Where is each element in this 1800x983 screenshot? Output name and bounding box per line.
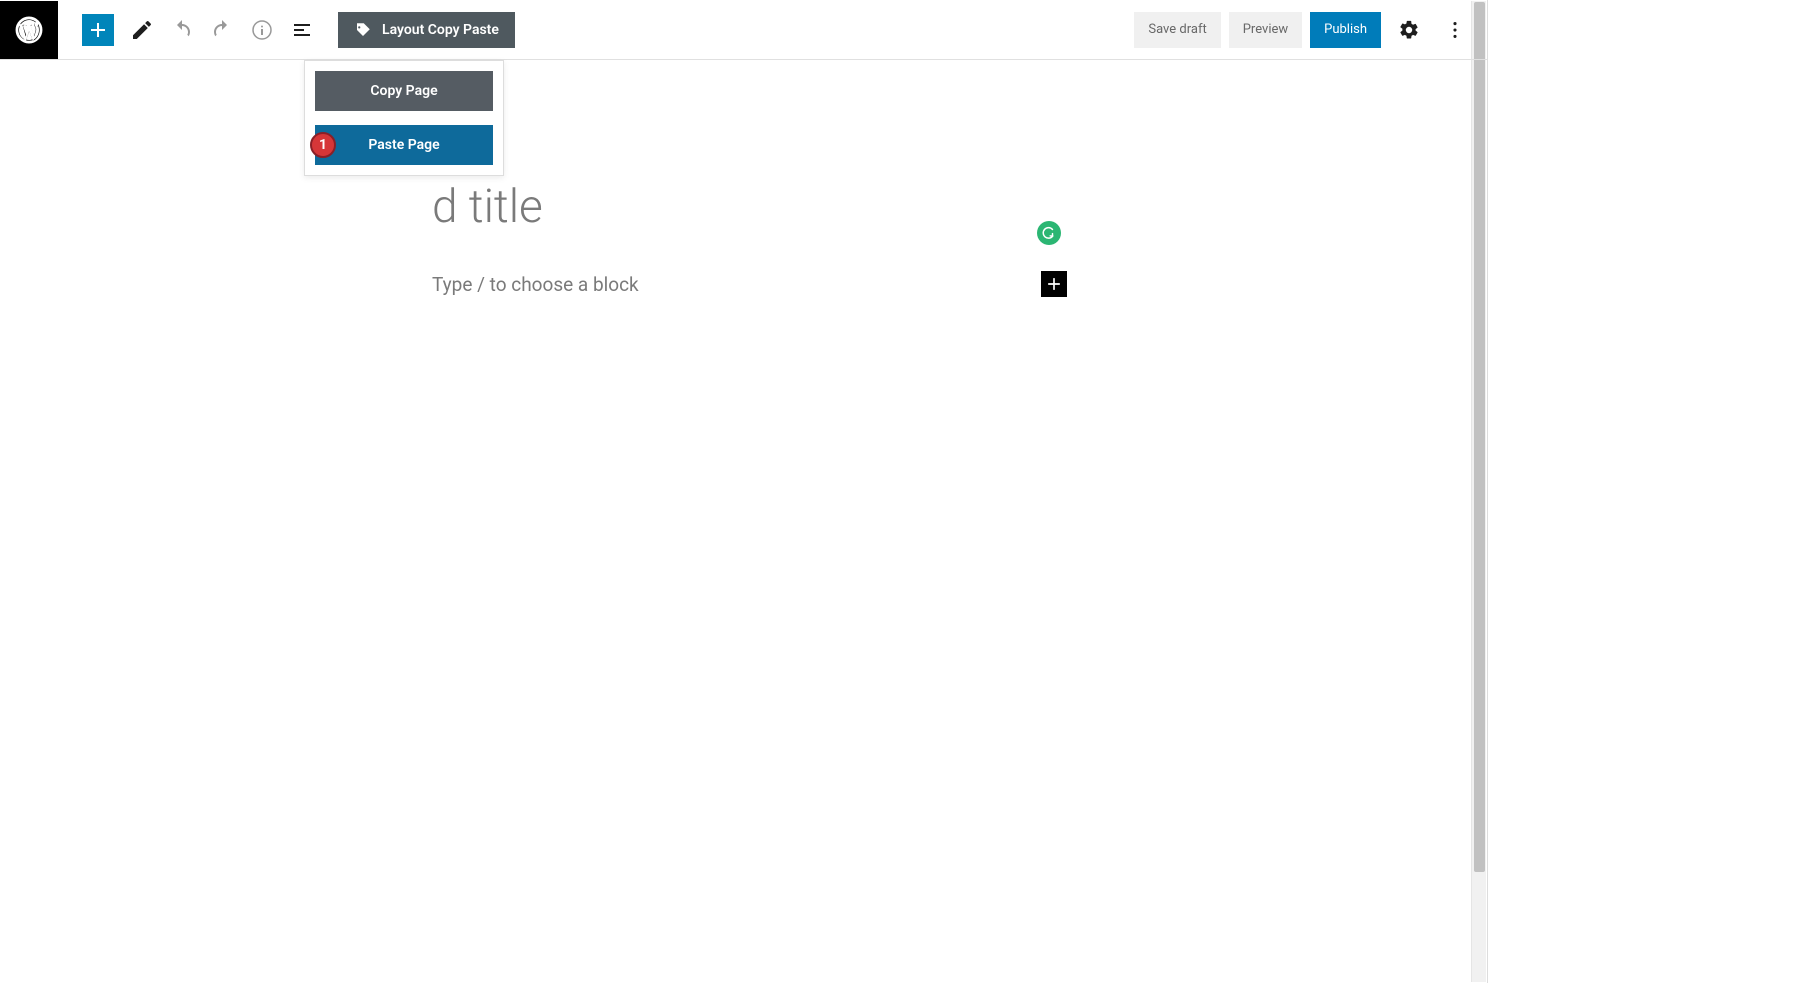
undo-button[interactable]	[164, 12, 200, 48]
info-icon	[250, 18, 274, 42]
post-title-placeholder[interactable]: d title	[432, 180, 543, 234]
info-button[interactable]	[244, 12, 280, 48]
editor-canvas: d title Type / to choose a block	[0, 60, 1487, 120]
top-toolbar: Layout Copy Paste Save draft Preview Pub…	[0, 0, 1487, 60]
block-placeholder-text[interactable]: Type / to choose a block	[432, 273, 639, 296]
publish-button[interactable]: Publish	[1310, 12, 1381, 48]
annotation-badge-1: 1	[310, 132, 336, 158]
plus-icon	[1044, 274, 1064, 294]
save-draft-button[interactable]: Save draft	[1134, 12, 1220, 48]
vertical-scrollbar[interactable]	[1471, 1, 1486, 982]
undo-icon	[170, 18, 194, 42]
redo-icon	[210, 18, 234, 42]
outline-icon	[290, 18, 314, 42]
preview-button[interactable]: Preview	[1229, 12, 1302, 48]
gear-icon	[1398, 19, 1420, 41]
wordpress-icon	[14, 15, 44, 45]
edit-tool-button[interactable]	[124, 12, 160, 48]
vertical-dots-icon	[1444, 19, 1466, 41]
more-options-button[interactable]	[1437, 12, 1473, 48]
layout-copy-paste-button[interactable]: Layout Copy Paste	[338, 12, 515, 48]
layout-dropdown-menu: Copy Page 1 Paste Page	[304, 60, 504, 176]
layout-button-label: Layout Copy Paste	[382, 22, 499, 38]
list-view-button[interactable]	[284, 12, 320, 48]
paste-page-item[interactable]: 1 Paste Page	[315, 125, 493, 165]
plus-icon	[86, 18, 110, 42]
paste-page-label: Paste Page	[368, 137, 439, 153]
inline-add-block-button[interactable]	[1041, 271, 1067, 297]
tag-icon	[354, 21, 372, 39]
copy-page-item[interactable]: Copy Page	[315, 71, 493, 111]
settings-button[interactable]	[1391, 12, 1427, 48]
add-block-button[interactable]	[82, 14, 114, 46]
wordpress-logo-button[interactable]	[0, 1, 58, 59]
pencil-icon	[130, 18, 154, 42]
grammarly-icon	[1042, 226, 1056, 240]
redo-button[interactable]	[204, 12, 240, 48]
scrollbar-thumb[interactable]	[1474, 2, 1485, 872]
grammarly-indicator[interactable]	[1037, 221, 1061, 245]
